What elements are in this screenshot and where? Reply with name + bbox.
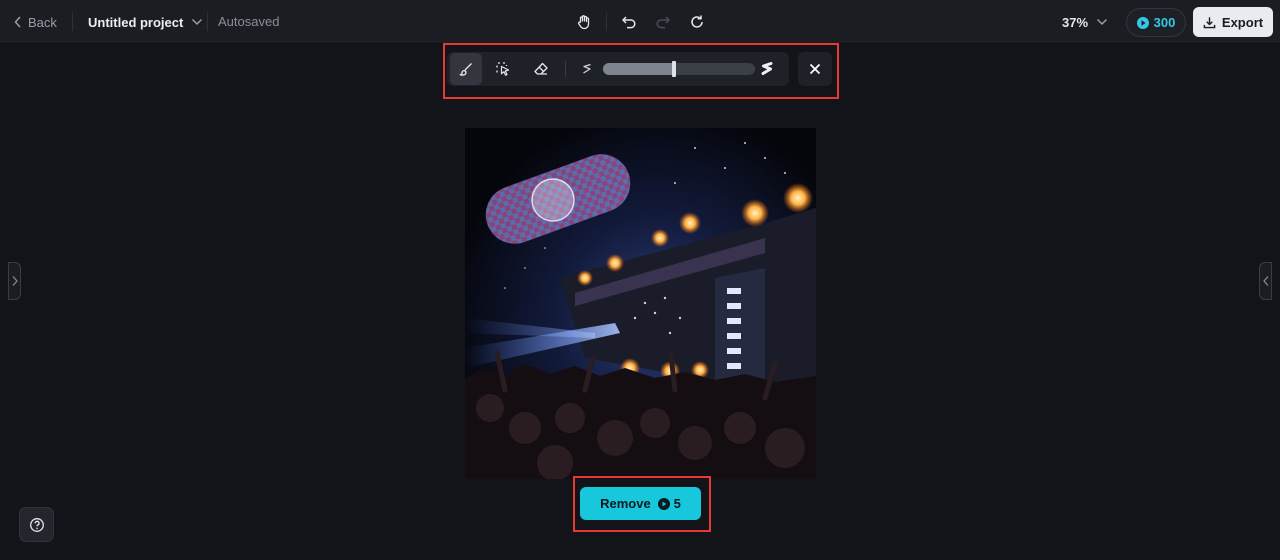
brush-size-small-icon bbox=[583, 63, 591, 74]
toolbar-divider bbox=[565, 61, 566, 77]
close-icon bbox=[809, 63, 821, 75]
brush-size-large-button[interactable] bbox=[751, 53, 783, 85]
top-bar: Back Untitled project Autosaved 37% 300 … bbox=[0, 0, 1280, 44]
brush-toolbar bbox=[447, 52, 789, 86]
zoom-level: 37% bbox=[1062, 14, 1089, 30]
divider bbox=[72, 13, 73, 31]
brush-cursor bbox=[531, 178, 575, 222]
hand-icon bbox=[577, 15, 590, 30]
chevron-left-icon bbox=[1262, 276, 1268, 286]
lasso-select-icon bbox=[496, 62, 510, 76]
help-button[interactable] bbox=[19, 507, 54, 542]
export-button[interactable]: Export bbox=[1193, 7, 1273, 37]
back-button[interactable]: Back bbox=[14, 12, 57, 32]
lasso-tool-button[interactable] bbox=[487, 53, 519, 85]
brush-tool-button[interactable] bbox=[450, 53, 482, 85]
export-label: Export bbox=[1221, 14, 1264, 30]
refresh-icon bbox=[691, 15, 703, 28]
eraser-tool-button[interactable] bbox=[525, 53, 557, 85]
project-name: Untitled project bbox=[88, 14, 184, 30]
download-icon bbox=[1203, 16, 1216, 28]
brush-size-slider[interactable] bbox=[603, 61, 755, 77]
remove-cost: 5 bbox=[673, 496, 681, 511]
help-icon bbox=[29, 517, 44, 532]
undo-button[interactable] bbox=[617, 10, 641, 34]
close-toolbar-button[interactable] bbox=[798, 52, 832, 86]
chevron-down-icon bbox=[192, 18, 203, 26]
left-panel-toggle[interactable] bbox=[8, 262, 21, 300]
brush-size-handle[interactable] bbox=[672, 61, 677, 77]
credit-coin-icon bbox=[657, 497, 670, 510]
brush-icon bbox=[459, 63, 472, 76]
reset-button[interactable] bbox=[685, 10, 709, 34]
chevron-left-icon bbox=[14, 16, 21, 28]
undo-icon bbox=[622, 16, 636, 29]
remove-label: Remove bbox=[600, 496, 651, 511]
zoom-dropdown[interactable]: 37% bbox=[1062, 12, 1108, 32]
right-panel-toggle[interactable] bbox=[1259, 262, 1272, 300]
credits-count: 300 bbox=[1153, 15, 1176, 30]
concert-photo bbox=[465, 128, 816, 479]
concert-image-canvas[interactable] bbox=[465, 128, 816, 479]
autosaved-status: Autosaved bbox=[218, 14, 280, 29]
brush-size-fill bbox=[603, 63, 675, 75]
remove-button[interactable]: Remove 5 bbox=[580, 487, 701, 520]
chevron-down-icon bbox=[1097, 18, 1108, 26]
brush-size-small-button[interactable] bbox=[571, 53, 603, 85]
divider bbox=[207, 13, 208, 31]
redo-icon bbox=[656, 16, 670, 29]
pan-hand-button[interactable] bbox=[572, 10, 596, 34]
divider bbox=[606, 13, 607, 31]
back-label: Back bbox=[28, 14, 57, 30]
redo-button[interactable] bbox=[651, 10, 675, 34]
chevron-right-icon bbox=[12, 276, 18, 286]
credits-badge[interactable]: 300 bbox=[1126, 8, 1186, 37]
project-name-dropdown[interactable]: Untitled project bbox=[88, 12, 203, 32]
brush-size-large-icon bbox=[761, 62, 773, 75]
eraser-icon bbox=[534, 62, 548, 75]
credit-coin-icon bbox=[1136, 16, 1149, 29]
